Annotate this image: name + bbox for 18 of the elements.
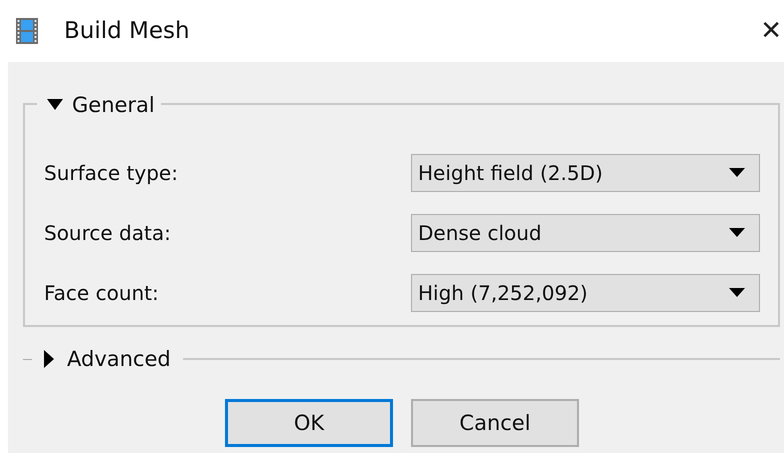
window-title: Build Mesh <box>64 18 190 44</box>
close-button[interactable]: ✕ <box>750 16 784 46</box>
dropdown-arrow-icon <box>729 228 745 238</box>
field-label: Surface type: <box>44 161 179 185</box>
dialog-button[interactable]: OK <box>225 399 393 447</box>
collapsed-triangle-icon[interactable] <box>44 350 55 368</box>
field-label: Face count: <box>44 281 160 305</box>
dialog-button[interactable]: Cancel <box>411 399 579 447</box>
dropdown[interactable]: Height field (2.5D) <box>411 154 760 192</box>
dropdown[interactable]: High (7,252,092) <box>411 274 760 312</box>
dropdown-arrow-icon <box>729 168 745 178</box>
dropdown-arrow-icon <box>729 288 745 298</box>
field-label: Source data: <box>44 221 172 245</box>
expanded-triangle-icon[interactable] <box>47 99 63 111</box>
section-label[interactable]: General <box>72 93 155 117</box>
film-icon <box>16 18 38 44</box>
section-label[interactable]: Advanced <box>67 347 171 371</box>
dropdown[interactable]: Dense cloud <box>411 214 760 252</box>
